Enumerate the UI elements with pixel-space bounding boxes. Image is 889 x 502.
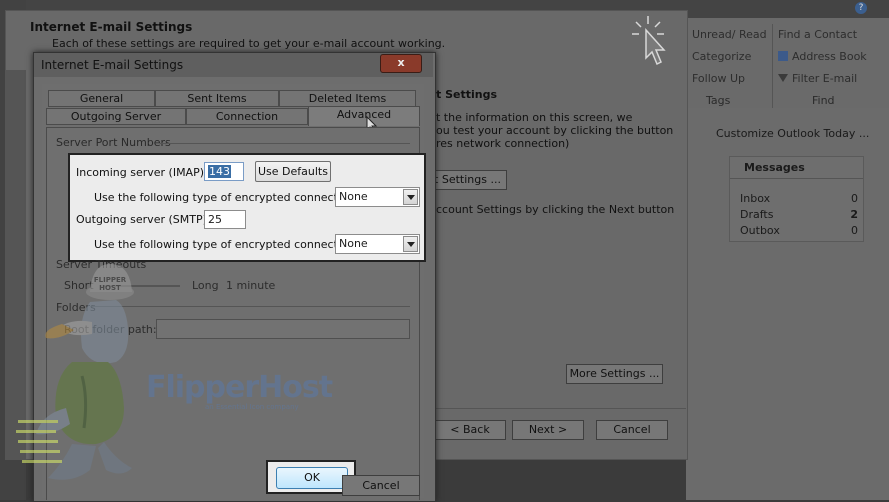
incoming-encryption-select[interactable]: None [335,187,420,207]
flipperhost-mascot-logo [16,264,134,480]
incoming-encryption-value: None [339,190,368,203]
next-button[interactable]: Next > [512,420,584,440]
customize-outlook-today-link[interactable]: Customize Outlook Today ... [716,127,869,140]
tab-sent-items[interactable]: Sent Items [155,90,279,107]
ribbon-separator [772,24,773,108]
dialog-cancel-button[interactable]: Cancel [342,475,420,496]
find-group-label: Find [812,94,835,107]
messages-header: Messages [730,157,863,179]
wizard-test-heading: t Settings [436,88,498,101]
dialog-close-button[interactable]: x [380,54,422,73]
tab-deleted-items[interactable]: Deleted Items [279,90,416,107]
timeout-long-label: Long [192,279,219,292]
outgoing-encryption-value: None [339,237,368,250]
tab-general[interactable]: General [48,90,155,107]
wizard-test-text-1: t the information on this screen, we [436,111,633,124]
root-folder-path-input[interactable] [156,319,410,339]
address-book-button[interactable]: Address Book [778,50,867,63]
categorize-button[interactable]: Categorize [692,50,751,63]
wizard-test-text-2: ou test your account by clicking the but… [436,124,674,137]
outgoing-port-value: 25 [208,213,222,226]
flipperhost-tagline: an Essential Icon company [205,403,299,411]
folder-name: Inbox [740,192,771,205]
outgoing-server-label: Outgoing server (SMTP): [76,213,211,226]
tab-advanced[interactable]: Advanced [308,106,420,126]
filter-icon [778,74,788,82]
address-book-icon [778,51,788,61]
flipperhost-logo-text: FlipperHost [146,370,333,405]
incoming-server-label: Incoming server (IMAP): [76,166,208,179]
messages-panel: Messages Inbox 0 Drafts 2 Outbox 0 [729,156,864,242]
folder-name: Drafts [740,208,774,221]
outlook-ribbon: Unread/ Read Categorize Follow Up Tags F… [686,18,889,109]
mascot-hat-text: FLIPPER HOST [93,276,127,292]
wizard-cursor-icon [632,16,666,66]
tab-outgoing-server[interactable]: Outgoing Server [46,108,186,125]
wizard-title: Internet E-mail Settings [30,20,193,34]
outgoing-port-input[interactable]: 25 [204,210,246,229]
server-port-numbers-label: Server Port Numbers [56,136,171,149]
dialog-title: Internet E-mail Settings [41,58,184,72]
wizard-cancel-button[interactable]: Cancel [596,420,668,440]
outgoing-encryption-select[interactable]: None [335,234,420,254]
close-icon: x [397,56,405,69]
messages-row-drafts[interactable]: Drafts 2 [740,207,858,223]
back-button[interactable]: < Back [434,420,506,440]
chevron-down-icon[interactable] [403,236,418,252]
help-icon[interactable]: ? [855,2,867,14]
tab-connection[interactable]: Connection [186,108,308,125]
test-account-settings-button[interactable]: t Settings ... [428,170,507,190]
folder-name: Outbox [740,224,780,237]
incoming-port-input[interactable]: 143 [204,162,244,181]
follow-up-button[interactable]: Follow Up [692,72,745,85]
section-divider [160,143,410,144]
use-defaults-button[interactable]: Use Defaults [255,161,331,182]
find-contact-field[interactable]: Find a Contact [778,28,857,41]
encryption-out-label: Use the following type of encrypted conn… [94,238,359,251]
ok-button[interactable]: OK [276,467,348,489]
encryption-in-label: Use the following type of encrypted conn… [94,191,359,204]
wizard-test-text-3: res network connection) [436,137,570,150]
folder-count: 0 [851,192,858,205]
folder-count: 2 [850,208,858,221]
folder-count: 0 [851,224,858,237]
filter-email-label: Filter E-mail [792,72,858,85]
tags-group-label: Tags [706,94,731,107]
timeout-value: 1 minute [226,279,276,292]
unread-read-button[interactable]: Unread/ Read [692,28,767,41]
wizard-divider [436,408,686,409]
wizard-next-hint: ccount Settings by clicking the Next but… [436,203,675,216]
more-settings-button[interactable]: More Settings ... [566,364,663,384]
filter-email-button[interactable]: Filter E-mail [778,72,857,85]
incoming-port-value: 143 [208,165,231,178]
wizard-subtitle: Each of these settings are required to g… [52,37,446,50]
messages-row-outbox[interactable]: Outbox 0 [740,223,858,239]
chevron-down-icon[interactable] [403,189,418,205]
address-book-label: Address Book [792,50,867,63]
messages-row-inbox[interactable]: Inbox 0 [740,191,858,207]
